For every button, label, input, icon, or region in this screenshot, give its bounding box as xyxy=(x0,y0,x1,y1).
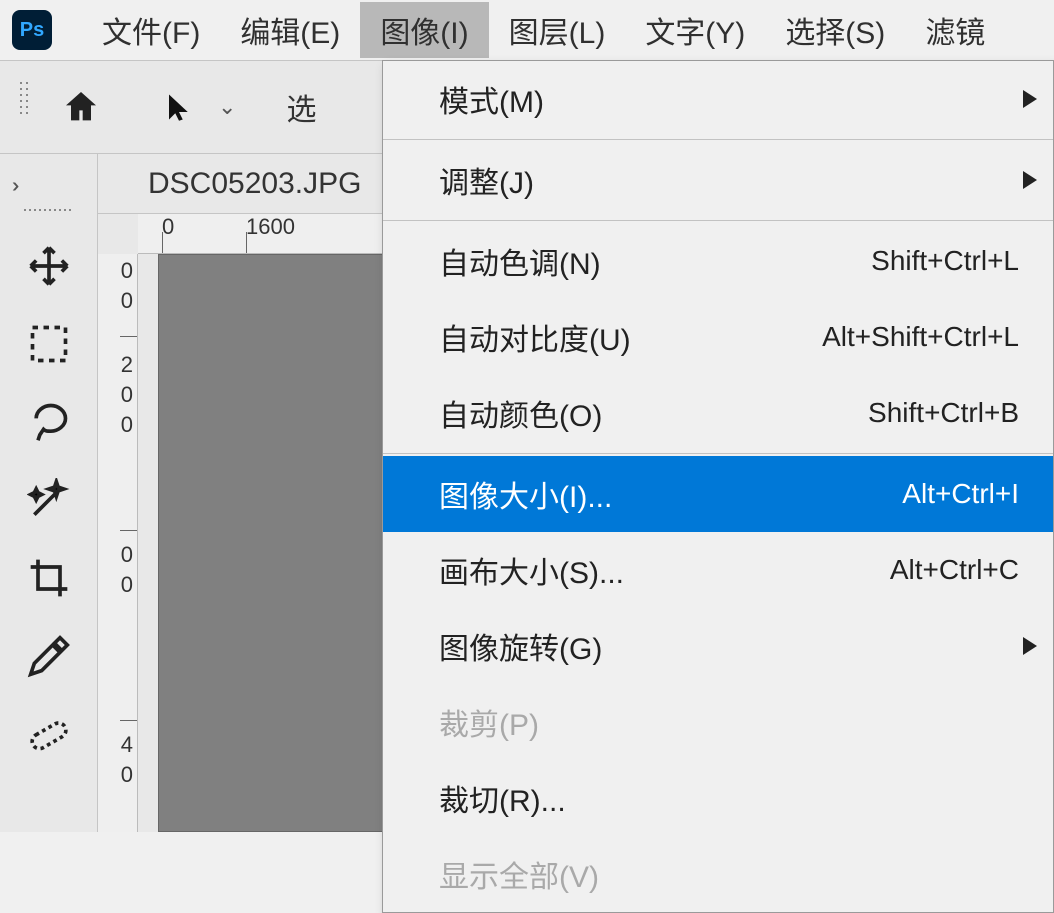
tool-move[interactable] xyxy=(13,230,85,302)
tool-marquee[interactable] xyxy=(13,308,85,380)
menu-auto-contrast[interactable]: 自动对比度(U) Alt+Shift+Ctrl+L xyxy=(383,299,1053,375)
menu-image-size[interactable]: 图像大小(I)... Alt+Ctrl+I xyxy=(383,456,1053,532)
menu-item-label: 图像大小(I)... xyxy=(439,472,612,516)
submenu-arrow-icon xyxy=(1023,82,1037,116)
submenu-arrow-icon xyxy=(1023,163,1037,197)
menu-select[interactable]: 选择(S) xyxy=(765,2,905,58)
tool-eyedropper[interactable] xyxy=(13,620,85,692)
menu-item-label: 模式(M) xyxy=(439,77,544,121)
menu-shortcut: Alt+Ctrl+I xyxy=(902,478,1019,510)
menu-item-label: 图像旋转(G) xyxy=(439,624,602,668)
home-icon xyxy=(61,87,101,127)
menu-item-label: 显示全部(V) xyxy=(439,852,599,896)
image-menu-dropdown: 模式(M) 调整(J) 自动色调(N) Shift+Ctrl+L 自动对比度(U… xyxy=(382,60,1054,913)
menu-filter[interactable]: 滤镜 xyxy=(905,2,1005,58)
menu-item-label: 调整(J) xyxy=(439,158,534,202)
tools-collapse-button[interactable]: ›› xyxy=(0,164,97,209)
eyedropper-icon xyxy=(27,634,71,678)
menu-shortcut: Alt+Shift+Ctrl+L xyxy=(822,321,1019,353)
menu-shortcut: Alt+Ctrl+C xyxy=(890,554,1019,586)
menu-item-label: 自动颜色(O) xyxy=(439,391,602,435)
app-logo: Ps xyxy=(12,10,52,50)
grip-icon[interactable] xyxy=(20,82,30,132)
move-icon xyxy=(27,244,71,288)
menu-type[interactable]: 文字(Y) xyxy=(625,2,765,58)
menu-item-label: 自动色调(N) xyxy=(439,239,601,283)
submenu-arrow-icon xyxy=(1023,629,1037,663)
menubar: Ps 文件(F) 编辑(E) 图像(I) 图层(L) 文字(Y) 选择(S) 滤… xyxy=(0,0,1054,60)
menu-file[interactable]: 文件(F) xyxy=(82,2,220,58)
tool-heal[interactable] xyxy=(13,698,85,770)
menu-item-label: 裁切(R)... xyxy=(439,776,566,820)
marquee-icon xyxy=(27,322,71,366)
menu-canvas-size[interactable]: 画布大小(S)... Alt+Ctrl+C xyxy=(383,532,1053,608)
menu-layer[interactable]: 图层(L) xyxy=(489,2,626,58)
menu-adjustments[interactable]: 调整(J) xyxy=(383,142,1053,218)
cursor-icon xyxy=(164,92,194,122)
chevron-right-icon: ›› xyxy=(12,175,13,198)
tool-lasso[interactable] xyxy=(13,386,85,458)
crop-icon xyxy=(27,556,71,600)
menu-reveal-all: 显示全部(V) xyxy=(383,836,1053,912)
menu-image[interactable]: 图像(I) xyxy=(360,2,488,58)
grip-icon[interactable] xyxy=(24,209,74,217)
menu-separator xyxy=(383,139,1053,140)
menu-image-rotation[interactable]: 图像旋转(G) xyxy=(383,608,1053,684)
menu-auto-tone[interactable]: 自动色调(N) Shift+Ctrl+L xyxy=(383,223,1053,299)
tools-panel: ›› xyxy=(0,154,98,832)
menu-trim[interactable]: 裁切(R)... xyxy=(383,760,1053,836)
bandage-icon xyxy=(27,712,71,756)
menu-shortcut: Shift+Ctrl+B xyxy=(868,397,1019,429)
lasso-icon xyxy=(27,400,71,444)
menu-mode[interactable]: 模式(M) xyxy=(383,61,1053,137)
options-label: 选 xyxy=(286,85,316,129)
menu-crop: 裁剪(P) xyxy=(383,684,1053,760)
menu-item-label: 裁剪(P) xyxy=(439,700,539,744)
tool-preset-chevron-icon[interactable]: ⌄ xyxy=(218,94,236,120)
tool-crop[interactable] xyxy=(13,542,85,614)
ruler-tick-label: 0 xyxy=(162,214,174,240)
ruler-vertical[interactable]: 0 0 2 0 0 0 0 4 0 xyxy=(98,254,138,832)
home-button[interactable] xyxy=(58,84,104,130)
wand-icon xyxy=(27,478,71,522)
ruler-tick-label: 1600 xyxy=(246,214,295,240)
menu-item-label: 画布大小(S)... xyxy=(439,548,624,592)
menu-separator xyxy=(383,453,1053,454)
menu-shortcut: Shift+Ctrl+L xyxy=(871,245,1019,277)
menu-item-label: 自动对比度(U) xyxy=(439,315,631,359)
menu-auto-color[interactable]: 自动颜色(O) Shift+Ctrl+B xyxy=(383,375,1053,451)
menu-separator xyxy=(383,220,1053,221)
menu-edit[interactable]: 编辑(E) xyxy=(220,2,360,58)
tool-magic-wand[interactable] xyxy=(13,464,85,536)
